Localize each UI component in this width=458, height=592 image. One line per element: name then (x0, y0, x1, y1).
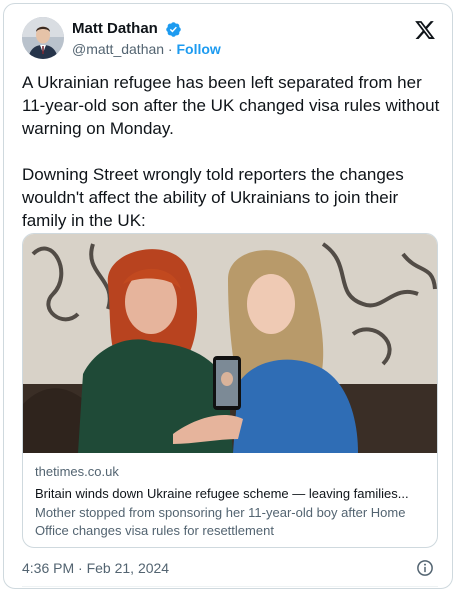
tweet-timestamp[interactable]: 4:36 PM · Feb 21, 2024 (22, 560, 169, 576)
handle-separator: · (164, 41, 177, 57)
x-logo-icon[interactable] (414, 19, 436, 41)
handle-row: @matt_dathan · Follow (72, 40, 221, 59)
author-handle[interactable]: @matt_dathan (72, 41, 164, 57)
tweet-header: Matt Dathan @matt_dathan · Follow (22, 17, 438, 65)
link-description: Mother stopped from sponsoring her 11-ye… (35, 505, 406, 538)
verified-badge-icon (166, 21, 182, 37)
follow-button[interactable]: Follow (177, 41, 221, 57)
author-names: Matt Dathan @matt_dathan · Follow (72, 19, 221, 59)
link-title: Britain winds down Ukraine refugee schem… (35, 486, 409, 501)
avatar[interactable] (22, 17, 64, 59)
avatar-image (22, 17, 64, 59)
tweet-text: A Ukrainian refugee has been left separa… (22, 73, 440, 230)
footer-divider (22, 586, 438, 587)
link-preview-meta: thetimes.co.uk Britain winds down Ukrain… (35, 463, 427, 540)
link-preview-image (23, 234, 437, 453)
tweet-footer: 4:36 PM · Feb 21, 2024 (22, 558, 438, 580)
tweet-card: Matt Dathan @matt_dathan · Follow A Ukra… (3, 3, 453, 589)
info-icon[interactable] (416, 559, 434, 577)
link-domain: thetimes.co.uk (35, 464, 119, 479)
link-preview-card[interactable]: thetimes.co.uk Britain winds down Ukrain… (22, 233, 438, 548)
author-display-name[interactable]: Matt Dathan (72, 19, 158, 39)
